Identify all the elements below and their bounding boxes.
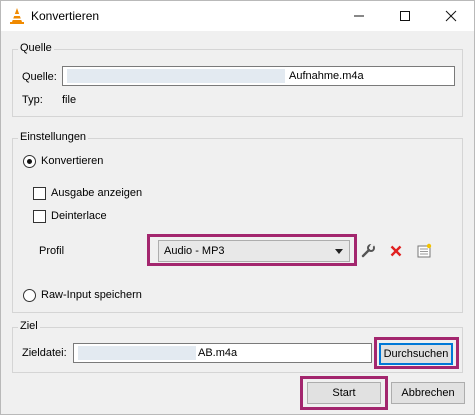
raw-input-radio[interactable] [23,289,36,302]
chevron-down-icon [335,249,343,254]
raw-input-label[interactable]: Raw-Input speichern [41,289,142,301]
type-value: file [62,94,77,106]
show-output-checkbox[interactable] [33,187,46,200]
maximize-icon[interactable] [382,1,428,31]
edit-profile-wrench-icon[interactable] [358,241,378,261]
minimize-icon[interactable] [336,1,382,31]
window-title: Konvertieren [31,9,100,23]
profile-select[interactable]: Audio - MP3 [158,240,350,262]
target-group-label: Ziel [18,320,40,332]
delete-profile-icon[interactable] [386,241,406,261]
convert-radio[interactable] [23,155,36,168]
redacted-path [67,69,285,83]
vlc-cone-icon [8,7,26,25]
title-bar: Konvertieren [1,1,474,31]
settings-group-label: Einstellungen [18,131,89,143]
close-icon[interactable] [428,1,474,31]
target-file-label: Zieldatei: [22,347,67,359]
deinterlace-checkbox[interactable] [33,210,46,223]
deinterlace-label[interactable]: Deinterlace [51,210,107,222]
show-output-label[interactable]: Ausgabe anzeigen [51,187,142,199]
source-group-label: Quelle [18,42,54,54]
new-profile-icon[interactable] [414,241,434,261]
cancel-button[interactable]: Abbrechen [391,382,465,404]
type-label: Typ: [22,94,43,106]
target-file-field[interactable]: AB.m4a [73,343,372,363]
convert-label[interactable]: Konvertieren [41,155,103,167]
browse-button[interactable]: Durchsuchen [379,343,453,365]
convert-dialog: Konvertieren Quelle Quelle: Aufnahme.m4a… [0,0,475,415]
start-button[interactable]: Start [307,382,381,404]
profile-label: Profil [39,245,65,257]
redacted-path [78,346,196,360]
source-label: Quelle: [22,71,57,83]
source-file-field[interactable]: Aufnahme.m4a [62,66,455,86]
